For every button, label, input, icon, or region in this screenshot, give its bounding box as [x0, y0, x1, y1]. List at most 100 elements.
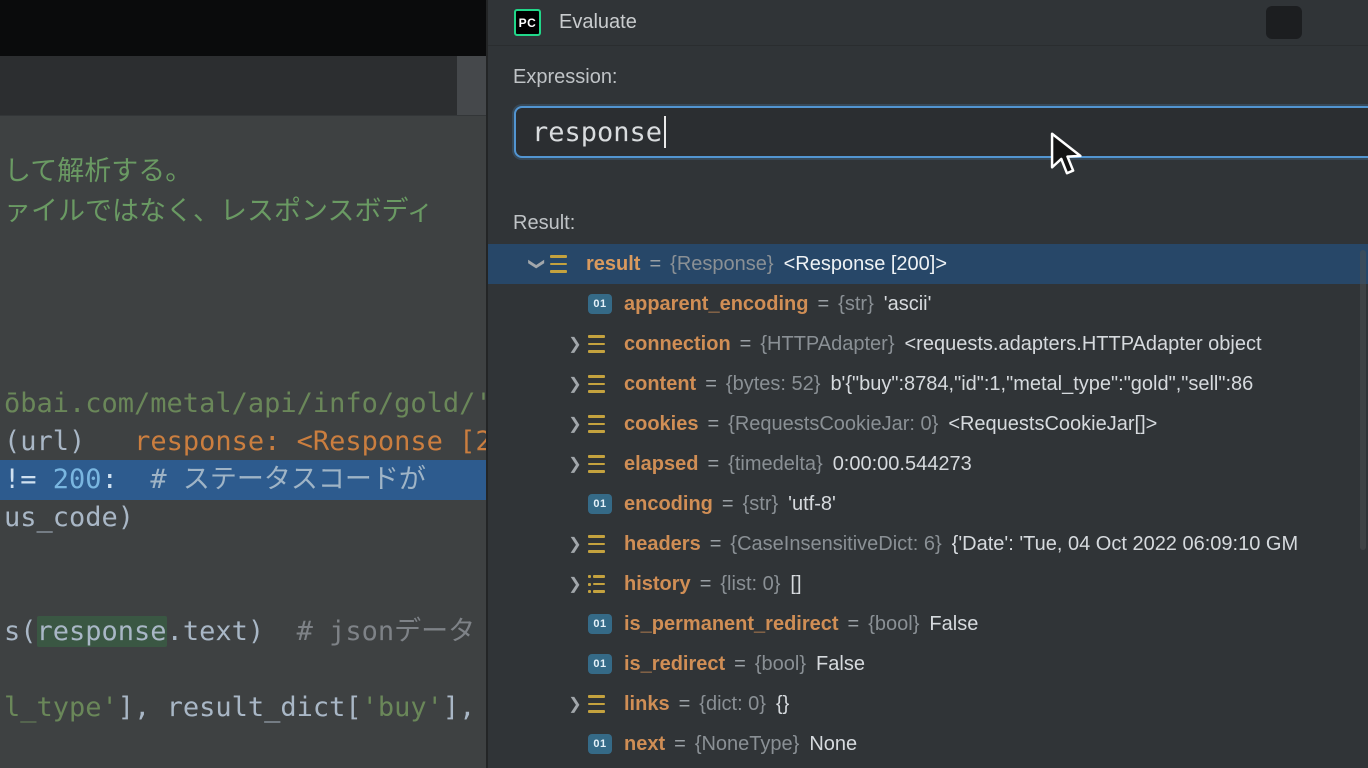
type-hint: {RequestsCookieJar: 0}: [728, 413, 938, 436]
object-value-icon: [588, 413, 612, 435]
text-caret: [664, 116, 666, 148]
equals-sign: =: [679, 693, 691, 716]
equals-sign: =: [674, 733, 686, 756]
variable-value: 0:00:00.544273: [833, 453, 972, 476]
type-hint: {str}: [838, 293, 874, 316]
chevron-right-icon[interactable]: ❯: [562, 534, 588, 554]
code-segment: して解析する。: [4, 156, 192, 187]
code-segment: # ステータスコードが: [118, 464, 426, 495]
result-tree: ❯result={Response}<Response [200]>01appa…: [488, 244, 1368, 768]
equals-sign: =: [722, 493, 734, 516]
variable-name: connection: [624, 333, 731, 356]
expression-value: response: [532, 117, 662, 148]
expression-input[interactable]: response: [514, 106, 1368, 158]
code-segment: 'buy': [362, 692, 443, 723]
code-line-1: して解析する。: [0, 152, 487, 192]
editor-lines: して解析する。ァイルではなく、レスポンスボディ ōbai.com/metal/ap…: [0, 0, 487, 768]
code-segment: (url): [4, 426, 85, 457]
variable-name: links: [624, 693, 670, 716]
tree-row-cookies[interactable]: ❯cookies={RequestsCookieJar: 0}<Requests…: [488, 404, 1368, 444]
primitive-value-icon: 01: [588, 294, 612, 314]
tree-row-apparent_encoding[interactable]: 01apparent_encoding={str}'ascii': [488, 284, 1368, 324]
tree-row-content[interactable]: ❯content={bytes: 52}b'{"buy":8784,"id":1…: [488, 364, 1368, 404]
equals-sign: =: [710, 533, 722, 556]
primitive-value-icon: 01: [588, 734, 612, 754]
tree-row-connection[interactable]: ❯connection={HTTPAdapter}<requests.adapt…: [488, 324, 1368, 364]
variable-name: history: [624, 573, 691, 596]
type-hint: {bool}: [868, 613, 919, 636]
object-value-icon: [550, 253, 574, 275]
equals-sign: =: [707, 453, 719, 476]
variable-name: encoding: [624, 493, 713, 516]
code-segment: ōbai.com/metal/api/info/gold/': [4, 388, 487, 419]
equals-sign: =: [707, 413, 719, 436]
equals-sign: =: [705, 373, 717, 396]
chevron-right-icon[interactable]: ❯: [562, 574, 588, 594]
code-segment: :: [102, 464, 118, 495]
type-hint: {NoneType}: [695, 733, 800, 756]
equals-sign: =: [700, 573, 712, 596]
variable-value: <RequestsCookieJar[]>: [948, 413, 1157, 436]
tree-row-next[interactable]: 01next={NoneType}None: [488, 724, 1368, 764]
code-line-2: ァイルではなく、レスポンスボディ: [0, 192, 487, 232]
code-segment: ], result_dict[: [118, 692, 362, 723]
result-label: Result:: [513, 212, 575, 235]
code-line-4: (url) response: <Response [20: [0, 422, 487, 462]
tree-scrollbar[interactable]: [1360, 250, 1366, 550]
chevron-right-icon[interactable]: ❯: [562, 694, 588, 714]
primitive-value-icon: 01: [588, 614, 612, 634]
code-line-3: ōbai.com/metal/api/info/gold/': [0, 384, 487, 424]
equals-sign: =: [740, 333, 752, 356]
code-segment: response: [37, 616, 167, 647]
tree-row-result[interactable]: ❯result={Response}<Response [200]>: [488, 244, 1368, 284]
primitive-value-icon: 01: [588, 654, 612, 674]
code-segment: s(: [4, 616, 37, 647]
object-value-icon: [588, 533, 612, 555]
object-value-icon: [588, 373, 612, 395]
code-segment: l_type': [4, 692, 118, 723]
code-segment: response: <Response [20: [134, 426, 487, 457]
code-editor[interactable]: して解析する。ァイルではなく、レスポンスボディ ōbai.com/metal/ap…: [0, 0, 487, 768]
corner-icon: [1266, 6, 1302, 39]
type-hint: {bytes: 52}: [726, 373, 821, 396]
tree-row-is_redirect[interactable]: 01is_redirect={bool}False: [488, 644, 1368, 684]
chevron-right-icon[interactable]: ❯: [562, 334, 588, 354]
type-hint: {CaseInsensitiveDict: 6}: [730, 533, 941, 556]
variable-name: result: [586, 253, 640, 276]
chevron-right-icon[interactable]: ❯: [562, 414, 588, 434]
variable-value: False: [816, 653, 865, 676]
type-hint: {list: 0}: [720, 573, 780, 596]
variable-name: apparent_encoding: [624, 293, 808, 316]
type-hint: {HTTPAdapter}: [760, 333, 894, 356]
variable-name: is_permanent_redirect: [624, 613, 839, 636]
code-segment: [85, 426, 134, 457]
tree-row-links[interactable]: ❯links={dict: 0}{}: [488, 684, 1368, 724]
variable-value: {}: [776, 693, 789, 716]
type-hint: {timedelta}: [728, 453, 823, 476]
pycharm-logo-icon: PC: [514, 9, 541, 36]
variable-value: []: [790, 573, 801, 596]
tree-row-is_permanent_redirect[interactable]: 01is_permanent_redirect={bool}False: [488, 604, 1368, 644]
dialog-title: Evaluate: [559, 11, 637, 34]
variable-value: None: [809, 733, 857, 756]
code-segment: !=: [4, 464, 53, 495]
code-segment: 200: [53, 464, 102, 495]
pycharm-logo-text: PC: [519, 16, 537, 30]
variable-value: 'ascii': [884, 293, 932, 316]
type-hint: {Response}: [670, 253, 773, 276]
tree-row-headers[interactable]: ❯headers={CaseInsensitiveDict: 6}{'Date'…: [488, 524, 1368, 564]
chevron-down-icon[interactable]: ❯: [527, 251, 547, 277]
chevron-right-icon[interactable]: ❯: [562, 374, 588, 394]
code-segment: ], r: [443, 692, 487, 723]
tree-row-elapsed[interactable]: ❯elapsed={timedelta}0:00:00.544273: [488, 444, 1368, 484]
variable-name: headers: [624, 533, 701, 556]
code-line-7: s(response.text) # jsonデータ: [0, 612, 487, 652]
tree-row-history[interactable]: ❯ history = {list: 0} []: [488, 564, 1368, 604]
code-line-5: != 200: # ステータスコードが: [0, 460, 487, 500]
variable-value: b'{"buy":8784,"id":1,"metal_type":"gold"…: [830, 373, 1253, 396]
dialog-header: PC Evaluate: [488, 0, 1368, 46]
code-line-8: l_type'], result_dict['buy'], r: [0, 688, 487, 728]
evaluate-dialog: PC Evaluate Expression: response Result:…: [488, 0, 1368, 768]
chevron-right-icon[interactable]: ❯: [562, 454, 588, 474]
tree-row-encoding[interactable]: 01encoding={str}'utf-8': [488, 484, 1368, 524]
